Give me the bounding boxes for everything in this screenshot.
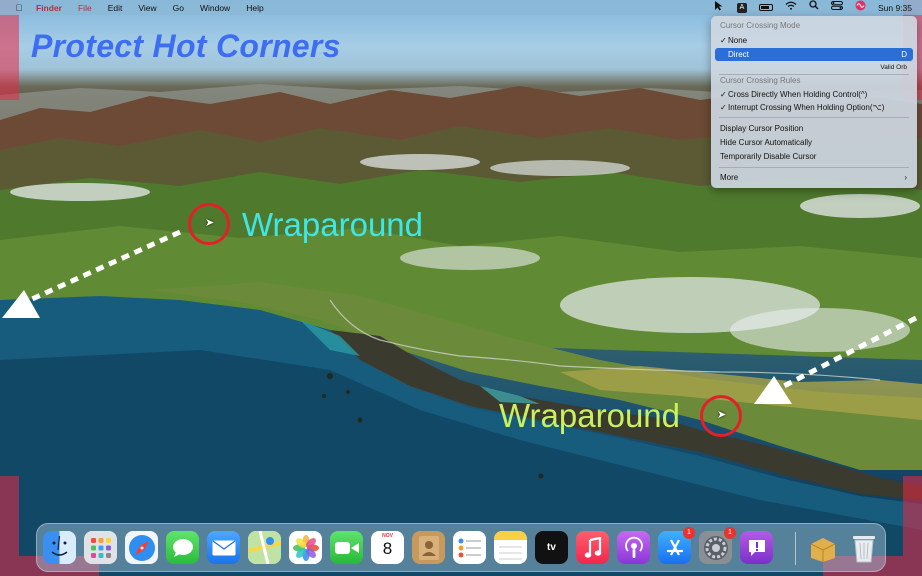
checkmark-icon: ✓ [720, 90, 727, 99]
menu-item-temp-disable[interactable]: Temporarily Disable Cursor [715, 150, 913, 163]
wifi-icon[interactable] [785, 0, 797, 15]
valid-label: Valid Orb [880, 64, 907, 71]
feedback-icon[interactable] [740, 531, 773, 564]
siri-icon[interactable] [855, 0, 866, 16]
crossing-mode-menu: Cursor Crossing Mode ✓ None Direct D Val… [711, 16, 917, 188]
facetime-icon[interactable] [330, 531, 363, 564]
podcasts-icon[interactable] [617, 531, 650, 564]
system-preferences-icon[interactable]: 1 [699, 527, 736, 564]
menu-item-direct-shortcut: D [901, 50, 907, 59]
menu-item-none-label: None [728, 36, 748, 45]
photos-icon[interactable] [289, 531, 322, 564]
menu-item-hide-cursor[interactable]: Hide Cursor Automatically [715, 136, 913, 149]
finder-icon[interactable] [43, 531, 76, 564]
apple-tv-icon[interactable]: tv [535, 531, 568, 564]
menu-item-direct-label: Direct [728, 50, 749, 59]
system-preferences-badge: 1 [724, 527, 736, 539]
menu-item-direct[interactable]: Direct D [715, 48, 913, 61]
menu-help[interactable]: Help [246, 3, 263, 13]
menu-item-rule-control[interactable]: ✓ Cross Directly When Holding Control(^) [715, 88, 913, 101]
menu-item-none[interactable]: ✓ None [715, 34, 913, 47]
menu-item-display-position[interactable]: Display Cursor Position [715, 122, 913, 135]
crossing-mode-icon[interactable] [714, 0, 725, 16]
hot-corner-top-left [0, 0, 19, 100]
menu-go[interactable]: Go [173, 3, 184, 13]
maps-icon[interactable] [248, 531, 281, 564]
cursor-icon-top: ➤ [205, 217, 215, 229]
status-area: A Sun 9:35 [714, 0, 912, 15]
menu-separator [719, 167, 909, 168]
menu-file[interactable]: File [78, 3, 92, 13]
menu-window[interactable]: Window [200, 3, 230, 13]
cursor-icon-bottom: ➤ [717, 409, 727, 421]
overlay-title: Protect Hot Corners [31, 28, 341, 64]
hot-corner-bottom-left [0, 476, 19, 576]
apple-icon[interactable]:  [12, 3, 26, 13]
menu-edit[interactable]: Edit [108, 3, 123, 13]
menu-view[interactable]: View [138, 3, 156, 13]
battery-icon[interactable] [758, 4, 773, 11]
menu-separator [719, 117, 909, 118]
menu-item-more-label: More [720, 173, 739, 182]
hot-corner-bottom-right [903, 476, 922, 576]
menu-bar:  Finder File Edit View Go Window Help A… [0, 0, 922, 15]
menu-item-rule-control-label: Cross Directly When Holding Control(^) [728, 90, 868, 99]
app-store-badge: 1 [683, 527, 695, 539]
menu-clock[interactable]: Sun 9:35 [878, 3, 912, 13]
input-source-icon[interactable]: A [736, 2, 747, 13]
menu-finder[interactable]: Finder [36, 3, 62, 13]
chevron-right-icon: › [904, 173, 907, 182]
search-icon[interactable] [809, 0, 819, 15]
wraparound-label-bottom: Wraparound [499, 397, 681, 434]
arrow-head-left [2, 290, 40, 318]
menu-separator [719, 74, 909, 75]
checkmark-icon: ✓ [720, 36, 727, 45]
calendar-icon[interactable]: NOV 8 [371, 531, 404, 564]
arrow-line-left [28, 229, 182, 303]
trash-icon[interactable] [847, 531, 880, 564]
messages-icon[interactable] [166, 531, 199, 564]
checkmark-icon: ✓ [720, 103, 727, 112]
archive-icon[interactable] [806, 531, 839, 564]
apple-tv-label: tv [547, 542, 556, 553]
mail-icon[interactable] [207, 531, 240, 564]
arrow-line-right [782, 315, 918, 389]
contacts-icon[interactable] [412, 531, 445, 564]
dock-separator [795, 532, 796, 565]
menu-item-rule-option-label: Interrupt Crossing When Holding Option(⌥… [728, 103, 885, 112]
control-center-icon[interactable] [830, 0, 843, 15]
menu-item-rule-option[interactable]: ✓ Interrupt Crossing When Holding Option… [715, 101, 913, 114]
wraparound-label-top: Wraparound [242, 206, 424, 243]
section-header-mode: Cursor Crossing Mode [720, 21, 801, 30]
arrow-head-right [754, 376, 792, 404]
music-icon[interactable] [576, 531, 609, 564]
notes-icon[interactable] [494, 531, 527, 564]
safari-icon[interactable] [125, 531, 158, 564]
menu-item-more[interactable]: More › [715, 171, 913, 184]
reminders-icon[interactable] [453, 531, 486, 564]
section-header-rules: Cursor Crossing Rules [720, 76, 801, 85]
calendar-day: 8 [382, 539, 393, 558]
dock: NOV 8 tv 1 1 [36, 523, 886, 572]
launchpad-icon[interactable] [84, 531, 117, 564]
app-store-icon[interactable]: 1 [658, 527, 695, 564]
